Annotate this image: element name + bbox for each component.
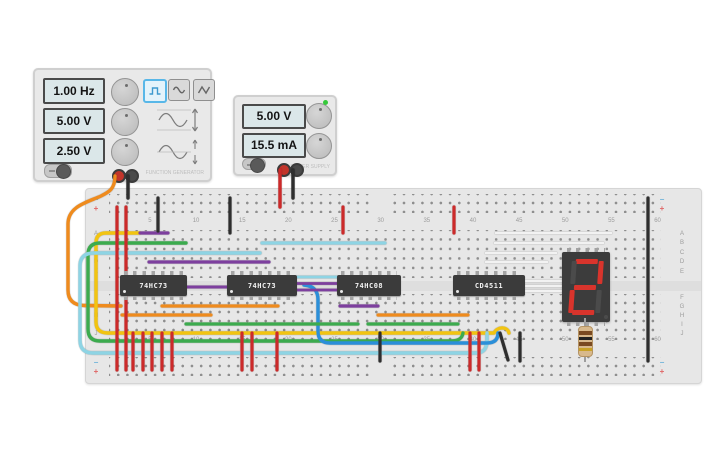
amplitude-icon [157, 108, 199, 132]
ic-label: 74HC73 [139, 281, 168, 290]
rail-gap [374, 194, 388, 213]
offset-display[interactable]: 2.50 V [43, 138, 105, 164]
pin1-dot [456, 290, 459, 293]
circuit-canvas: 1.00 Hz 5.00 V 2.50 V FUNCTION GENERATOR [0, 0, 725, 453]
pin1-dot [340, 290, 343, 293]
breadboard-label: 20 [285, 218, 292, 224]
offset-knob[interactable] [111, 138, 139, 166]
ic-label: CD4511 [474, 281, 504, 290]
ic-74hc08[interactable]: 74HC08 [337, 271, 401, 300]
resistor-band [579, 336, 592, 340]
breadboard-label: 55 [608, 218, 615, 224]
pin1-dot [230, 290, 233, 293]
resistor[interactable] [578, 326, 593, 357]
fg-power-toggle[interactable] [44, 164, 72, 179]
square-wave-button[interactable] [143, 79, 167, 103]
breadboard-label: 40 [469, 218, 477, 224]
rail-symbol: − [93, 357, 99, 367]
breadboard-label: E [679, 268, 684, 275]
pin1-dot [123, 290, 126, 293]
breadboard-label: 5 [148, 218, 152, 224]
breadboard-label: C [679, 249, 685, 256]
breadboard-label: F [680, 294, 684, 301]
rail-symbol: + [93, 366, 99, 376]
ic-cd4511[interactable]: CD4511 [453, 271, 525, 300]
breadboard-label: 10 [192, 218, 200, 224]
resistor-band [579, 342, 592, 346]
power-supply[interactable]: 5.00 V 15.5 mA POWER SUPPLY [233, 95, 337, 177]
fg-brand-label: FUNCTION GENERATOR [145, 170, 204, 176]
breadboard-label: 35 [423, 218, 431, 224]
rail-symbol: + [93, 203, 99, 213]
rail-symbol: + [659, 366, 665, 376]
triangle-wave-button[interactable] [193, 79, 215, 101]
rail-symbol: − [659, 194, 665, 204]
breadboard-label: J [680, 330, 684, 337]
breadboard-label: 30 [377, 218, 384, 224]
amplitude-knob[interactable] [111, 108, 139, 136]
breadboard-label: H [679, 312, 685, 319]
breadboard-label: G [679, 303, 685, 310]
breadboard-label: A [679, 230, 684, 237]
frequency-display[interactable]: 1.00 Hz [43, 78, 105, 104]
sine-wave-button[interactable] [168, 79, 190, 101]
amplitude-display[interactable]: 5.00 V [43, 108, 105, 134]
psu-power-toggle[interactable] [242, 158, 266, 173]
breadboard-label: 15 [238, 218, 246, 224]
breadboard-label: B [679, 240, 684, 246]
decimal-point [604, 315, 608, 319]
breadboard-label: 55 [608, 337, 615, 343]
rail-symbol: − [659, 357, 665, 367]
seven-segment-digit [568, 259, 604, 315]
current-display[interactable]: 15.5 mA [242, 133, 306, 158]
ic-label: 74HC73 [247, 281, 277, 290]
frequency-knob[interactable] [111, 78, 139, 106]
voltage-knob[interactable] [306, 103, 332, 129]
triangle-wave-icon [197, 85, 211, 95]
breadboard-label: 50 [561, 337, 569, 343]
sine-wave-icon [172, 86, 186, 94]
offset-icon [157, 139, 198, 165]
breadboard-label: I [681, 321, 683, 328]
ic-74hc73-2[interactable]: 74HC73 [227, 271, 297, 300]
breadboard-label: 50 [561, 218, 569, 224]
resistor-band [579, 347, 592, 351]
breadboard-label: 25 [331, 218, 338, 224]
power-led [323, 100, 328, 105]
current-knob[interactable] [306, 133, 332, 159]
function-generator[interactable]: 1.00 Hz 5.00 V 2.50 V FUNCTION GENERATOR [33, 68, 215, 183]
ic-label: 74HC08 [354, 281, 384, 290]
resistor-band [579, 331, 592, 335]
ic-74hc73-1[interactable]: 74HC73 [120, 271, 187, 300]
breadboard-label: 60 [654, 218, 661, 224]
seven-segment-display[interactable] [562, 248, 610, 326]
breadboard-label: D [679, 259, 685, 265]
square-wave-icon [149, 87, 161, 95]
voltage-display[interactable]: 5.00 V [242, 104, 306, 129]
breadboard-label: 45 [515, 218, 523, 224]
rail-symbol: + [659, 203, 665, 213]
breadboard-label: 60 [654, 337, 661, 343]
